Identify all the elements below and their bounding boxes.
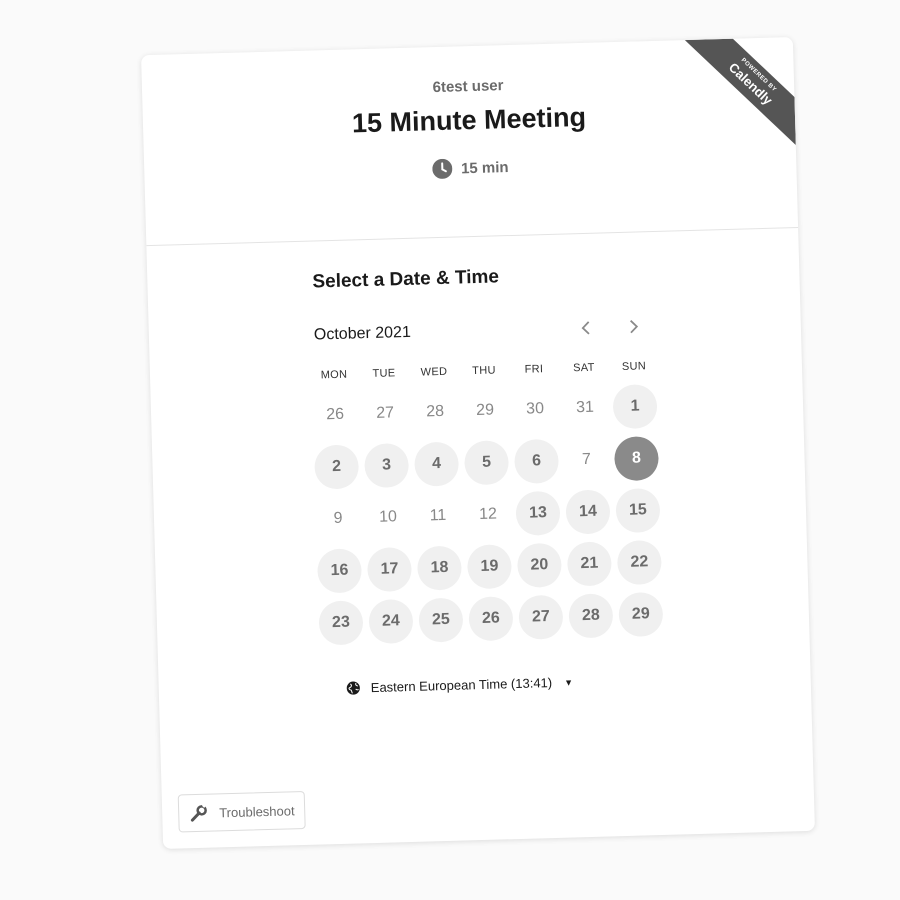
caret-down-icon: ▼: [563, 676, 574, 688]
month-label: October 2021: [313, 323, 412, 344]
weekday-label: SUN: [621, 360, 647, 373]
calendar-day[interactable]: 27: [518, 594, 564, 640]
event-duration: 15 min: [432, 157, 509, 179]
weekday-label: WED: [420, 365, 448, 379]
calendar-day[interactable]: 4: [413, 441, 460, 487]
calendar-day[interactable]: 28: [568, 593, 614, 639]
calendar-day-selected[interactable]: 8: [613, 435, 660, 482]
calendar-grid: MON TUE WED THU FRI SAT SUN 26 27 28 29 30 31…: [309, 356, 810, 646]
calendar-day[interactable]: 26: [468, 596, 514, 642]
globe-icon: [346, 681, 360, 695]
calendar-day: 11: [429, 506, 447, 525]
calendar-day: 7: [581, 450, 592, 469]
calendar-day[interactable]: 15: [615, 487, 661, 534]
timezone-selector[interactable]: Eastern European Time (13:41) ▼: [346, 668, 811, 696]
calendar-day: 30: [525, 400, 545, 418]
calendar-day[interactable]: 17: [366, 546, 413, 593]
weekday-label: FRI: [524, 363, 544, 376]
calendar-day[interactable]: 5: [463, 440, 510, 486]
calendar-day[interactable]: 24: [368, 598, 414, 645]
weekday-label: SAT: [573, 361, 595, 375]
calendar-day[interactable]: 21: [566, 541, 613, 587]
calendar-day: 9: [333, 509, 343, 528]
weekday-label: MON: [320, 368, 348, 382]
calendar-day[interactable]: 14: [565, 489, 611, 535]
booking-card: POWERED BY Calendly 6test user 15 Minute…: [141, 37, 815, 849]
prev-month-button[interactable]: [573, 316, 598, 341]
clock-icon: [432, 158, 453, 179]
weekday-label: THU: [472, 364, 496, 378]
calendar-day[interactable]: 16: [316, 548, 363, 594]
calendar-day: 10: [378, 508, 398, 526]
date-picker-section: Select a Date & Time October 2021 MON TU…: [147, 258, 811, 701]
calendar-day[interactable]: 1: [612, 383, 658, 430]
troubleshoot-button[interactable]: Troubleshoot: [177, 790, 307, 833]
calendar-day[interactable]: 3: [363, 442, 410, 489]
calendar-day[interactable]: 18: [416, 545, 463, 591]
calendar-day[interactable]: 13: [515, 490, 561, 536]
wrench-icon: [190, 802, 208, 822]
section-title: Select a Date & Time: [312, 266, 500, 293]
chevron-right-icon: [630, 320, 639, 334]
powered-by-ribbon[interactable]: POWERED BY Calendly: [682, 37, 796, 151]
calendar-day[interactable]: 6: [513, 438, 560, 484]
next-month-button[interactable]: [621, 314, 646, 339]
calendar-day: 31: [575, 398, 595, 417]
calendar-day[interactable]: 19: [466, 544, 513, 590]
duration-label: 15 min: [460, 158, 509, 177]
calendar-day[interactable]: 29: [618, 591, 664, 638]
troubleshoot-label: Troubleshoot: [219, 802, 295, 820]
calendar-day[interactable]: 23: [318, 600, 364, 646]
calendar-day[interactable]: 25: [418, 597, 464, 643]
calendar-day: 26: [326, 405, 345, 424]
calendar-day: 29: [475, 401, 495, 420]
calendar-day[interactable]: 22: [616, 539, 663, 586]
calendar-day[interactable]: 20: [516, 542, 563, 588]
calendar-day[interactable]: 2: [314, 444, 360, 490]
calendar-day: 27: [375, 404, 395, 422]
weekday-label: TUE: [372, 367, 396, 380]
calendar-day: 28: [425, 402, 445, 421]
chevron-left-icon: [581, 321, 590, 335]
calendar-day: 12: [478, 505, 498, 523]
timezone-label: Eastern European Time (13:41): [370, 675, 553, 696]
